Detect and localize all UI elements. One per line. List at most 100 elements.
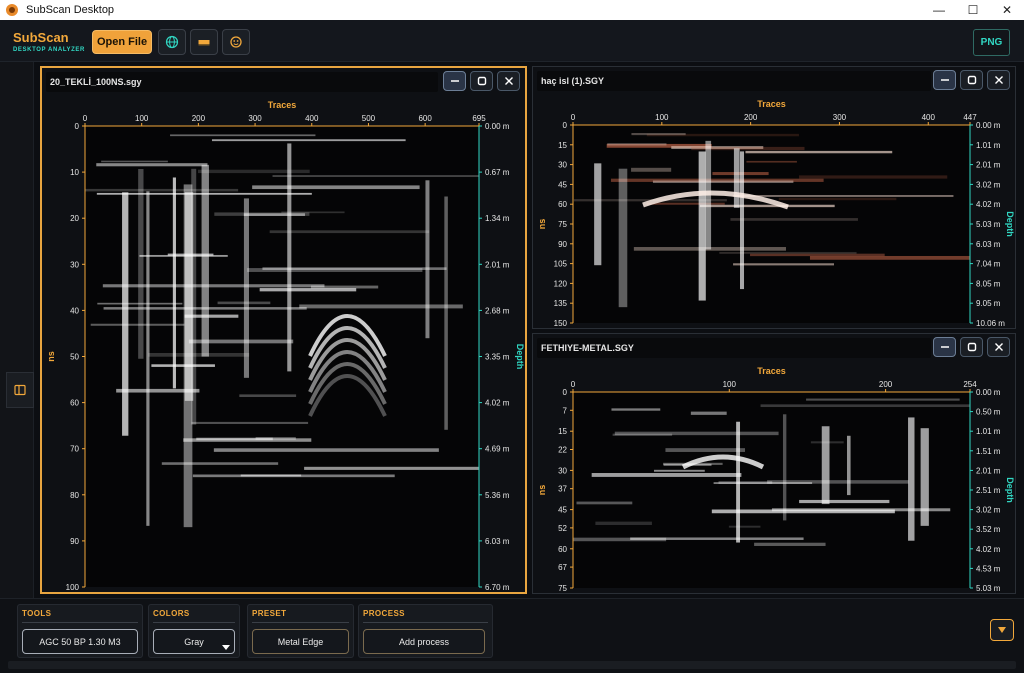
y-tick-label: 50 [70,353,79,362]
y-tick-label: 90 [558,240,567,249]
y-tick-label: 40 [70,306,79,315]
y-tick-label: 20 [70,214,79,223]
colormap-value: Gray [184,636,204,647]
preset-group: PRESET Metal Edge [247,604,354,658]
panel-close-button[interactable] [497,71,520,91]
y-tick-label: 135 [554,299,568,308]
depth-tick-label: 3.52 m [976,525,1001,534]
depth-tick-label: 3.02 m [976,506,1001,515]
window-controls: — ☐ ✕ [922,0,1024,20]
depth-tick-label: 5.03 m [976,584,1001,593]
dropdown-caret-icon [222,645,230,650]
maximize-window-button[interactable]: ☐ [956,0,990,20]
x-tick-label: 200 [744,113,758,122]
app-logo-icon [6,4,18,16]
panel-minimize-button[interactable] [933,337,956,357]
y-tick-label: 7 [563,406,568,415]
add-process-button[interactable]: Add process [363,629,485,654]
y-tick-label: 15 [558,427,567,436]
panel-close-button[interactable] [987,70,1010,90]
depth-tick-label: 2.01 m [976,161,1001,170]
radargram-plot[interactable]: Traces 0 100 200 254 0 7 15 22 30 37 45 52 60 67 75 0.00… [533,362,1015,593]
y-tick-label: 105 [554,260,568,269]
panel-title: haç isl (1).SGY [537,71,931,91]
x-tick-label: 400 [922,113,936,122]
y-tick-label: 0 [563,388,568,397]
depth-tick-label: 6.70 m [485,583,510,592]
depth-tick-label: 1.34 m [485,214,510,223]
process-group: PROCESS Add process [358,604,493,658]
minimize-icon [450,80,459,82]
group-divider [22,622,138,623]
x-tick-label: 100 [135,114,149,123]
close-icon [994,343,1003,351]
collapse-panel-button[interactable] [990,619,1014,641]
panel-maximize-button[interactable] [960,337,983,357]
y-tick-label: 150 [554,319,568,328]
x-tick-label: 300 [248,114,262,123]
y-tick-label: 22 [558,445,567,454]
x-axis-title: Traces [268,100,297,110]
y-axis-title: ns [537,219,547,230]
depth-tick-label: 8.05 m [976,279,1001,288]
depth-tick-label: 1.01 m [976,427,1001,436]
depth-tick-label: 0.67 m [485,168,510,177]
x-axis-title: Traces [757,99,786,109]
depth-tick-label: 2.68 m [485,306,510,315]
x-tick-label: 0 [571,113,576,122]
panel-minimize-button[interactable] [933,70,956,90]
close-icon [994,76,1003,84]
tools-settings-button[interactable]: AGC 50 BP 1.30 M3 [22,629,138,654]
maximize-icon [477,76,486,86]
depth-tick-label: 3.02 m [976,180,1001,189]
depth-axis-title: Depth [1005,477,1015,503]
depth-tick-label: 10.06 m [976,319,1005,328]
y-tick-label: 30 [70,260,79,269]
radargram-plot[interactable]: Traces 0 100 200 300 400 447 0 15 30 45 60 75 90 105 12… [533,95,1015,328]
panel-close-button[interactable] [987,337,1010,357]
globe-tool-button[interactable] [158,29,186,55]
x-tick-label: 600 [418,114,432,123]
x-tick-label: 400 [305,114,319,123]
y-tick-label: 10 [70,168,79,177]
radargram-image [573,125,970,323]
y-tick-label: 52 [558,524,567,533]
close-window-button[interactable]: ✕ [990,0,1024,20]
depth-tick-label: 7.04 m [976,260,1001,269]
y-tick-label: 80 [70,491,79,500]
depth-tick-label: 5.36 m [485,491,510,500]
open-file-button[interactable]: Open File [92,30,152,54]
preset-button[interactable]: Metal Edge [252,629,349,654]
depth-tick-label: 0.00 m [976,121,1001,130]
minimize-window-button[interactable]: — [922,0,956,20]
panel-maximize-button[interactable] [960,70,983,90]
radargram-panel[interactable]: 20_TEKLİ_100NS.sgy Traces 0 100 200 300 400 50… [40,66,527,594]
x-tick-label: 200 [192,114,206,123]
palette-tool-button[interactable] [222,29,250,55]
depth-tick-label: 2.01 m [485,260,510,269]
panel-maximize-button[interactable] [470,71,493,91]
brand-subtitle: DESKTOP ANALYZER [13,47,85,53]
toggle-sidebar-button[interactable] [6,372,34,408]
radargram-plot[interactable]: Traces 0 100 200 300 400 500 600 695 0 10 20 30 40 50 6… [42,96,525,592]
radargram-chart: Traces0 100 200 300 400 447015304560759010512… [537,99,1015,328]
x-tick-label: 200 [879,380,893,389]
y-tick-label: 60 [70,399,79,408]
export-png-button[interactable]: PNG [973,29,1010,56]
colormap-select[interactable]: Gray [153,629,235,654]
maximize-icon [967,75,976,85]
window-title: SubScan Desktop [26,4,115,16]
y-tick-label: 67 [558,563,567,572]
group-divider [363,622,488,623]
depth-tick-label: 1.51 m [976,447,1001,456]
depth-axis-title: Depth [1005,211,1015,237]
radargram-panel[interactable]: haç isl (1).SGY Traces 0 100 200 300 400 447 0 1… [532,66,1016,329]
radargram-panel[interactable]: FETHIYE-METAL.SGY Traces 0 100 200 254 0 7 15 22… [532,333,1016,594]
y-tick-label: 37 [558,485,567,494]
y-tick-label: 0 [563,121,568,130]
y-tick-label: 120 [554,279,568,288]
y-tick-label: 30 [558,161,567,170]
tools-group-label: TOOLS [22,609,52,618]
panel-minimize-button[interactable] [443,71,466,91]
ruler-tool-button[interactable] [190,29,218,55]
